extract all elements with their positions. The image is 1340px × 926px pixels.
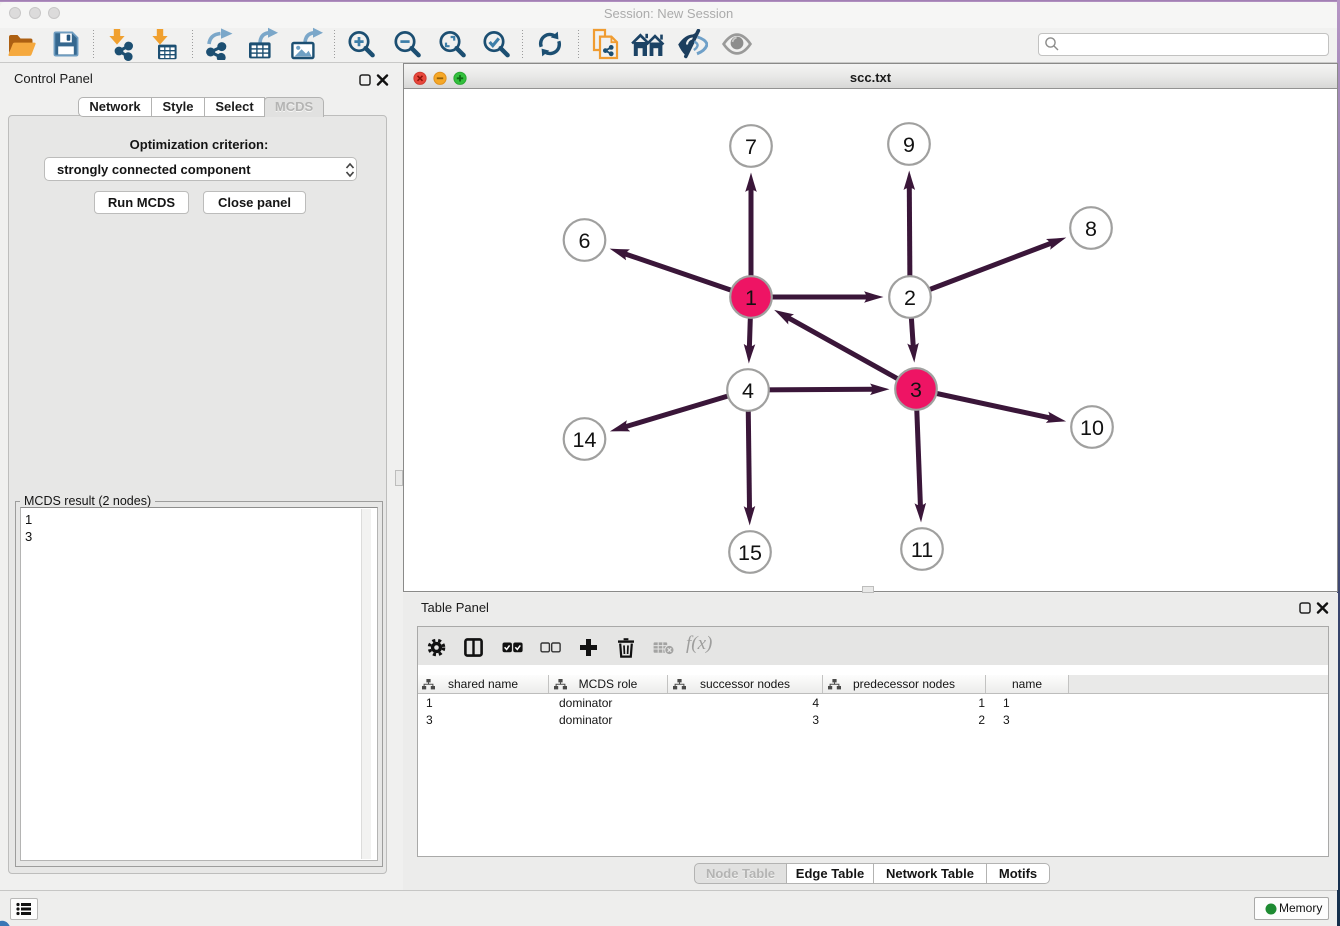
svg-text:15: 15 (738, 541, 762, 565)
svg-text:4: 4 (742, 379, 754, 403)
svg-text:6: 6 (579, 229, 591, 253)
svg-text:2: 2 (904, 286, 916, 310)
svg-text:8: 8 (1085, 217, 1097, 241)
svg-text:1: 1 (745, 286, 757, 310)
svg-text:11: 11 (911, 538, 933, 562)
svg-text:9: 9 (903, 133, 915, 157)
svg-text:3: 3 (910, 378, 922, 402)
svg-text:7: 7 (745, 135, 757, 159)
svg-text:10: 10 (1080, 416, 1104, 440)
svg-text:14: 14 (573, 428, 597, 452)
